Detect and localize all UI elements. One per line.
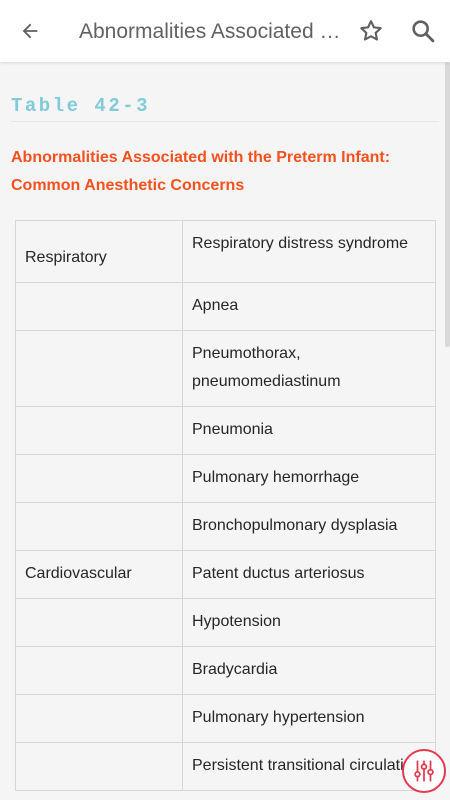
table-row: Apnea (15, 282, 436, 331)
category-cell (15, 502, 183, 551)
finding-cell: Patent ductus arteriosus (182, 550, 436, 599)
category-cell (15, 598, 183, 647)
arrow-back-icon (22, 23, 38, 39)
finding-cell: Bradycardia (182, 646, 436, 695)
page-title: Abnormalities Associated with the Preter… (79, 20, 341, 43)
table-row: Persistent transitional circulation (15, 742, 436, 791)
content-area[interactable]: Table 42-3 Abnormalities Associated with… (0, 62, 450, 800)
finding-cell: Pneumonia (182, 406, 436, 455)
table-row: Pneumonia (15, 406, 436, 455)
category-cell (15, 330, 183, 407)
table-row: Pneumothorax, pneumomediastinum (15, 330, 436, 407)
category-cell (15, 454, 183, 503)
finding-cell: Hypotension (182, 598, 436, 647)
category-cell (15, 694, 183, 743)
finding-cell: Respiratory distress syndrome (182, 220, 436, 283)
table-row: Bronchopulmonary dysplasia (15, 502, 436, 551)
category-cell (15, 646, 183, 695)
bookmark-button[interactable] (353, 13, 389, 49)
finding-cell: Bronchopulmonary dysplasia (182, 502, 436, 551)
category-cell: Respiratory (15, 220, 183, 283)
table-label: Table 42-3 (11, 95, 151, 117)
table-row: Pulmonary hypertension (15, 694, 436, 743)
category-cell (15, 282, 183, 331)
finding-cell: Pneumothorax, pneumomediastinum (182, 330, 436, 407)
display-settings-button[interactable] (402, 749, 446, 793)
star-outline-icon (360, 20, 382, 41)
finding-cell: Pulmonary hemorrhage (182, 454, 436, 503)
table-row: Cardiovascular Patent ductus arteriosus (15, 550, 436, 599)
back-button[interactable] (12, 13, 48, 49)
adjust-sliders-icon (414, 760, 434, 782)
table-row: Bradycardia (15, 646, 436, 695)
search-icon (412, 20, 435, 43)
data-table: Respiratory Respiratory distress syndrom… (15, 220, 436, 791)
scrollbar[interactable] (445, 62, 450, 347)
finding-cell: Pulmonary hypertension (182, 694, 436, 743)
table-row: Pulmonary hemorrhage (15, 454, 436, 503)
table-row: Hypotension (15, 598, 436, 647)
divider (11, 121, 439, 122)
finding-cell: Apnea (182, 282, 436, 331)
category-cell (15, 742, 183, 791)
finding-cell: Persistent transitional circulation (182, 742, 436, 791)
table-caption: Abnormalities Associated with the Preter… (11, 149, 391, 194)
search-button[interactable] (405, 13, 441, 49)
category-cell: Cardiovascular (15, 550, 183, 599)
app-bar: Abnormalities Associated with the Preter… (0, 0, 450, 62)
category-cell (15, 406, 183, 455)
category-text: Respiratory (25, 249, 107, 266)
table-row: Respiratory Respiratory distress syndrom… (15, 220, 436, 283)
